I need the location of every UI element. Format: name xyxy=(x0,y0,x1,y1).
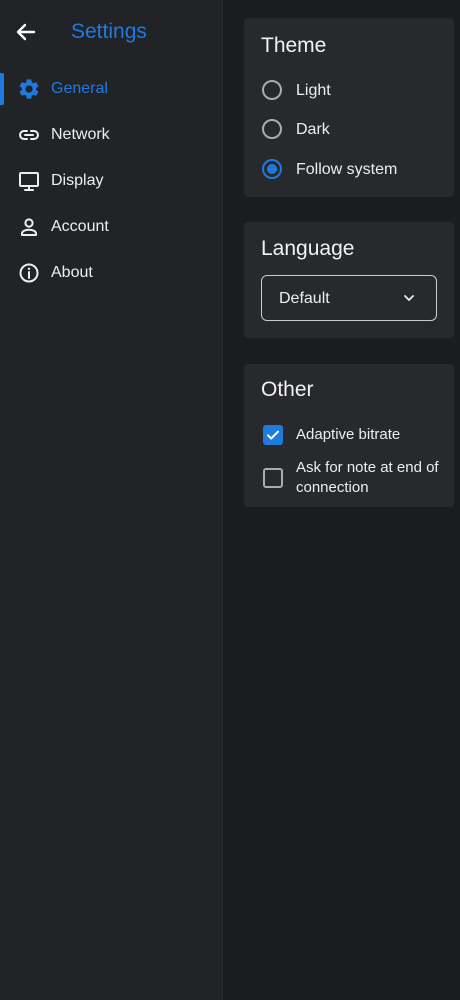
sidebar-item-account[interactable]: Account xyxy=(0,204,222,250)
sidebar-item-label: Account xyxy=(51,218,109,235)
link-icon xyxy=(17,123,41,147)
theme-option-light[interactable]: Light xyxy=(261,76,451,104)
sidebar-item-label: Network xyxy=(51,126,110,143)
radio-button[interactable] xyxy=(262,119,282,139)
back-button[interactable] xyxy=(12,18,40,46)
chevron-down-icon xyxy=(398,287,420,309)
sidebar-item-general[interactable]: General xyxy=(0,66,222,112)
adaptive-bitrate-option[interactable]: Adaptive bitrate xyxy=(261,425,451,447)
info-icon xyxy=(17,261,41,285)
radio-label: Follow system xyxy=(296,161,398,178)
sidebar-item-display[interactable]: Display xyxy=(0,158,222,204)
sidebar-item-label: Display xyxy=(51,172,104,189)
sidebar-header: Settings xyxy=(0,0,222,64)
other-title: Other xyxy=(261,378,314,401)
sidebar-item-label: About xyxy=(51,264,93,281)
theme-option-dark[interactable]: Dark xyxy=(261,115,451,143)
sidebar-nav: General Network Display Account About xyxy=(0,66,222,296)
theme-card: Theme Light Dark Follow system xyxy=(244,18,454,197)
sidebar-item-network[interactable]: Network xyxy=(0,112,222,158)
theme-title: Theme xyxy=(261,34,327,57)
check-icon xyxy=(267,430,279,440)
checkbox-label: Ask for note at end of connection xyxy=(296,459,439,496)
sidebar: Settings General Network Display Account… xyxy=(0,0,223,1000)
radio-button[interactable] xyxy=(262,80,282,100)
active-indicator xyxy=(0,73,4,105)
checkbox[interactable] xyxy=(263,425,283,445)
language-select[interactable]: Default xyxy=(261,275,437,321)
page-title: Settings xyxy=(71,20,147,43)
radio-label: Light xyxy=(296,82,331,99)
checkbox-label: Adaptive bitrate xyxy=(296,426,401,443)
monitor-icon xyxy=(17,169,41,193)
other-card: Other Adaptive bitrate Ask for note at e… xyxy=(244,364,454,507)
radio-button[interactable] xyxy=(262,159,282,179)
language-card: Language Default xyxy=(244,222,454,338)
gear-icon xyxy=(17,77,41,101)
arrow-left-icon xyxy=(16,23,36,41)
language-value: Default xyxy=(279,290,330,307)
person-icon xyxy=(17,215,41,239)
ask-for-note-option[interactable]: Ask for note at end of connection xyxy=(261,459,451,508)
sidebar-item-label: General xyxy=(51,80,108,97)
sidebar-item-about[interactable]: About xyxy=(0,250,222,296)
theme-option-follow-system[interactable]: Follow system xyxy=(261,155,451,183)
checkbox[interactable] xyxy=(263,468,283,488)
radio-label: Dark xyxy=(296,121,330,138)
language-title: Language xyxy=(261,237,355,260)
